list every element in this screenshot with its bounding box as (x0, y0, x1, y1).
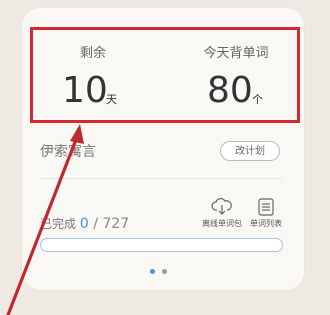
progress-text: 已完成 0 / 727 (40, 215, 129, 232)
page-dot-inactive[interactable] (162, 269, 167, 274)
divider (40, 178, 282, 179)
completed-label: 已完成 (40, 217, 77, 231)
word-list-button[interactable]: 单词列表 (241, 198, 291, 229)
book-title[interactable]: 伊索寓言 (40, 141, 96, 161)
list-icon (241, 198, 291, 216)
progress-bar (40, 238, 283, 252)
word-list-label: 单词列表 (250, 219, 282, 228)
change-plan-button[interactable]: 改计划 (220, 141, 280, 161)
total-count: 727 (102, 216, 130, 232)
offline-package-button[interactable]: 离线单词包 (197, 198, 247, 229)
page-dot-active[interactable] (150, 269, 155, 274)
progress-separator: / (88, 216, 103, 232)
completed-count: 0 (79, 216, 89, 232)
offline-package-label: 离线单词包 (202, 219, 242, 228)
cloud-download-icon (197, 198, 247, 216)
highlight-box (30, 27, 300, 123)
